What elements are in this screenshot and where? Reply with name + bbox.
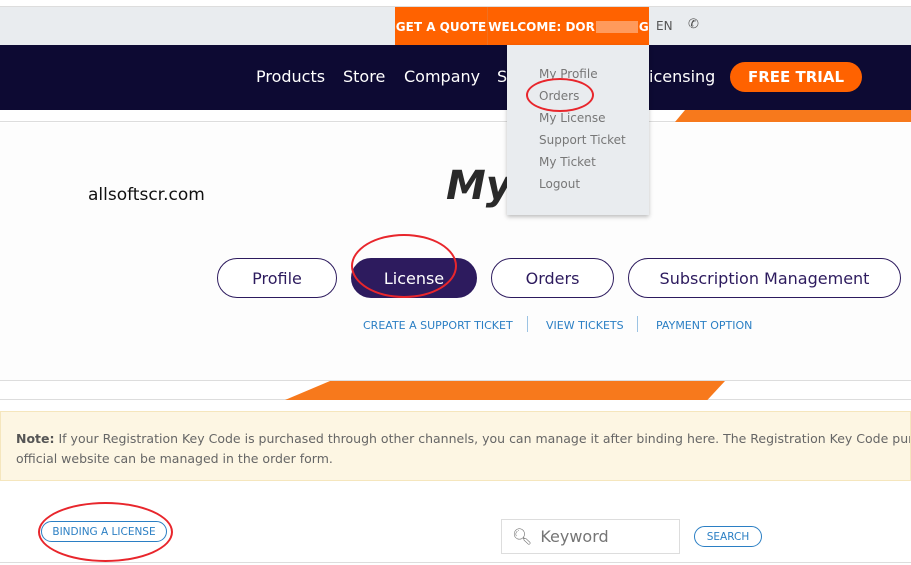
- tab-profile[interactable]: Profile: [217, 258, 337, 298]
- welcome-prefix: WELCOME: DOR: [488, 19, 595, 34]
- payment-option-link[interactable]: PAYMENT OPTION: [656, 319, 752, 332]
- search-input[interactable]: [540, 527, 671, 546]
- orange-stripe: [285, 381, 725, 400]
- search-box[interactable]: 🔍︎: [501, 519, 680, 554]
- menu-item-orders[interactable]: Orders: [507, 85, 649, 107]
- note-text-2: official website can be managed in the o…: [16, 451, 333, 466]
- binding-license-button[interactable]: BINDING A LICENSE: [41, 521, 167, 542]
- language-selector[interactable]: EN: [656, 19, 673, 33]
- title-bold: My: [446, 163, 512, 209]
- nav-licensing[interactable]: icensing: [649, 67, 715, 86]
- nav-products[interactable]: Products: [256, 67, 325, 86]
- view-tickets-link[interactable]: VIEW TICKETS: [546, 319, 624, 332]
- tab-subscription-management[interactable]: Subscription Management: [628, 258, 901, 298]
- search-icon: 🔍︎: [512, 527, 533, 546]
- top-bar: GET A QUOTE WELCOME: DOR G EN ✆: [0, 6, 911, 46]
- divider: [0, 562, 911, 563]
- menu-item-my-ticket[interactable]: My Ticket: [507, 151, 649, 173]
- welcome-suffix: G: [638, 19, 649, 34]
- note-text: If your Registration Key Code is purchas…: [58, 431, 910, 446]
- orange-stripe: [675, 110, 911, 122]
- menu-item-support-ticket[interactable]: Support Ticket: [507, 129, 649, 151]
- user-dropdown-menu: My Profile Orders My License Support Tic…: [507, 45, 649, 215]
- menu-item-my-profile[interactable]: My Profile: [507, 63, 649, 85]
- tab-orders[interactable]: Orders: [491, 258, 614, 298]
- nav-company[interactable]: Company: [404, 67, 480, 86]
- menu-item-logout[interactable]: Logout: [507, 173, 649, 195]
- nav-support[interactable]: S: [497, 67, 507, 86]
- note-banner: Note: If your Registration Key Code is p…: [0, 411, 911, 481]
- main-nav: Products Store Company S icensing FREE T…: [0, 45, 911, 110]
- menu-item-my-license[interactable]: My License: [507, 107, 649, 129]
- divider: [527, 316, 528, 332]
- get-quote-button[interactable]: GET A QUOTE: [395, 7, 487, 46]
- account-hero: allsoftscr.com Mynt Profile License Orde…: [0, 123, 911, 380]
- nav-store[interactable]: Store: [343, 67, 385, 86]
- redacted-name: [595, 20, 638, 33]
- note-label: Note:: [16, 431, 55, 446]
- tab-license[interactable]: License: [351, 258, 477, 298]
- welcome-user-menu[interactable]: WELCOME: DOR G: [487, 7, 649, 46]
- search-button[interactable]: SEARCH: [694, 526, 762, 547]
- phone-icon[interactable]: ✆: [688, 17, 699, 32]
- free-trial-button[interactable]: FREE TRIAL: [730, 62, 862, 92]
- site-name: allsoftscr.com: [88, 185, 205, 205]
- create-support-ticket-link[interactable]: CREATE A SUPPORT TICKET: [363, 319, 513, 332]
- divider: [637, 316, 638, 332]
